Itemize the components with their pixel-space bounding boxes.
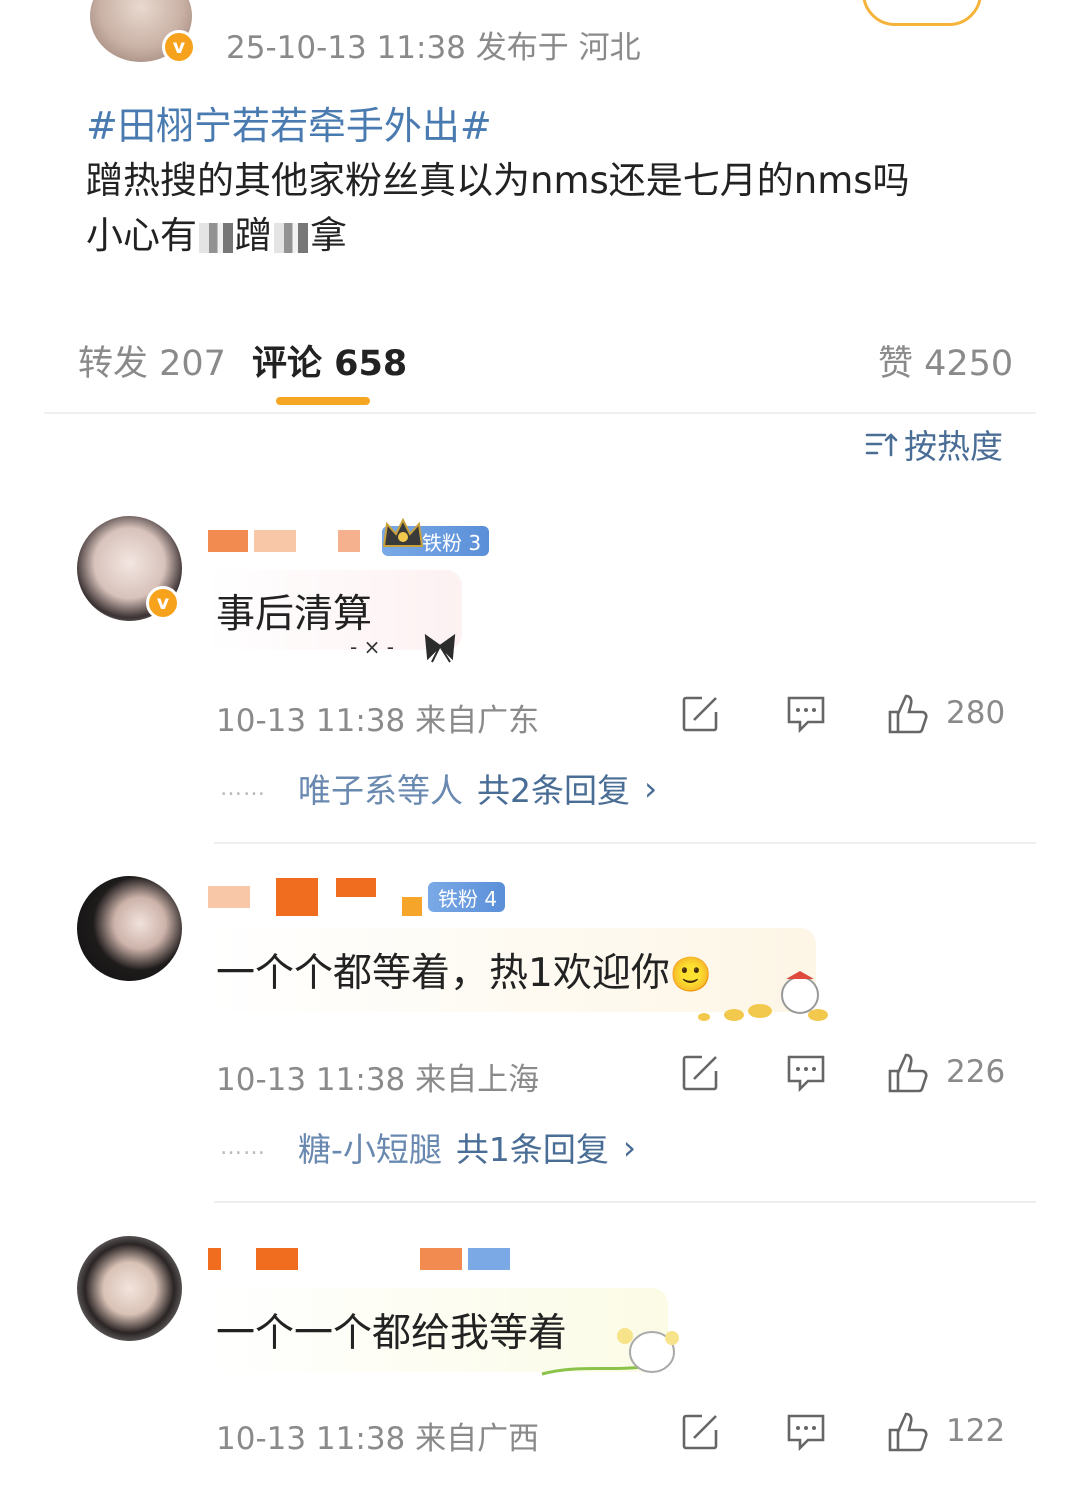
comment-divider (214, 842, 1036, 844)
commenter-name-masked[interactable]: 铁粉 4 (208, 878, 506, 916)
comment-time: 10-13 11:38 (216, 1062, 406, 1098)
commenter-name-masked[interactable]: 铁粉 3 (208, 517, 490, 556)
chevron-right-icon: › (622, 1127, 637, 1167)
lucky-mascot-decoration-icon (698, 971, 828, 1021)
tab-comment[interactable]: 评论 658 (252, 335, 407, 386)
tab-repost[interactable]: 转发 207 (78, 335, 226, 386)
follow-button[interactable] (862, 0, 982, 26)
commenter-avatar[interactable] (77, 876, 182, 981)
mosaic-censor (199, 222, 233, 253)
reply-count[interactable]: 共2条回复 (477, 764, 630, 812)
comment-location: 来自广东 (415, 703, 540, 739)
post-body-line-2-start: 小心有 (86, 214, 197, 257)
fan-badge: 铁粉 3 (382, 517, 490, 556)
comment-icon[interactable] (786, 1053, 826, 1093)
comment-meta: 10-13 11:38 来自上海 (216, 1054, 539, 1099)
comment-text: 一个一个都给我等着 (216, 1311, 568, 1356)
verified-badge-icon: v (146, 586, 180, 620)
comment-location: 来自上海 (415, 1062, 540, 1098)
like-count: 280 (946, 695, 1006, 731)
comment-meta: 10-13 11:38 来自广西 (216, 1413, 539, 1458)
post-body-line-2: 小心有蹭拿 (86, 205, 347, 259)
post-body-line-1: 蹭热搜的其他家粉丝真以为nms还是七月的nms吗 (86, 159, 910, 202)
comment-time: 10-13 11:38 (216, 1421, 406, 1457)
comment-text-content: 一个个都等着，热1欢迎你 (216, 951, 670, 996)
repost-icon[interactable] (680, 694, 720, 734)
chevron-right-icon: › (644, 768, 658, 808)
reply-count[interactable]: 共1条回复 (456, 1123, 609, 1171)
tabs-divider (44, 412, 1036, 414)
commenter-name-masked[interactable] (208, 1248, 510, 1270)
repost-icon[interactable] (680, 1412, 720, 1452)
mosaic-censor (274, 222, 308, 253)
comment-icon[interactable] (786, 694, 826, 734)
like-count: 122 (946, 1413, 1006, 1449)
sort-icon (865, 433, 898, 457)
comment-meta: 10-13 11:38 来自广东 (216, 695, 539, 740)
tab-active-indicator (276, 397, 370, 405)
comment-text: 事后清算 (216, 592, 373, 637)
reply-names[interactable]: 糖-小短腿 (298, 1123, 442, 1171)
reply-names[interactable]: 唯子系等人 (298, 764, 463, 812)
verified-badge-icon: v (162, 30, 196, 64)
comment-icon[interactable] (786, 1412, 826, 1452)
tab-like[interactable]: 赞 4250 (878, 335, 1013, 386)
post-topic-hashtag[interactable]: #田栩宁若若牵手外出# (86, 95, 492, 150)
crown-icon (382, 517, 424, 547)
comment-location: 来自广西 (415, 1421, 540, 1457)
fan-badge-label: 铁粉 4 (438, 886, 498, 911)
comment-time: 10-13 11:38 (216, 703, 406, 739)
post-body-line-2-mid: 蹭 (235, 214, 272, 257)
comment-text: 一个个都等着，热1欢迎你🙂 (216, 942, 712, 998)
like-count: 226 (946, 1054, 1006, 1090)
verified-mark: v (172, 36, 186, 58)
sort-label: 按热度 (904, 427, 1003, 466)
post-body-line-2-end: 拿 (310, 214, 347, 257)
reply-dots: …… (220, 1134, 266, 1160)
view-replies-button[interactable]: …… 唯子系等人 共2条回复 › (220, 764, 657, 812)
like-thumb-icon[interactable] (886, 1051, 930, 1095)
like-thumb-icon[interactable] (886, 692, 930, 736)
reply-dots: …… (220, 775, 266, 801)
view-replies-button[interactable]: …… 糖-小短腿 共1条回复 › (220, 1123, 636, 1171)
like-thumb-icon[interactable] (886, 1410, 930, 1454)
sort-by-hot-button[interactable]: 按热度 (864, 420, 1003, 468)
comment-divider (214, 1201, 1036, 1203)
verified-mark: v (156, 592, 170, 614)
fan-badge: 铁粉 4 (428, 882, 506, 912)
bow-decoration-icon: - × - (350, 633, 456, 663)
commenter-avatar[interactable] (77, 1236, 182, 1341)
post-time-location: 25-10-13 11:38 发布于 河北 (226, 30, 641, 66)
fan-badge-label: 铁粉 3 (422, 530, 482, 555)
repost-icon[interactable] (680, 1053, 720, 1093)
flower-mascot-decoration-icon (541, 1328, 679, 1376)
svg-text:- × -: - × - (350, 635, 394, 659)
